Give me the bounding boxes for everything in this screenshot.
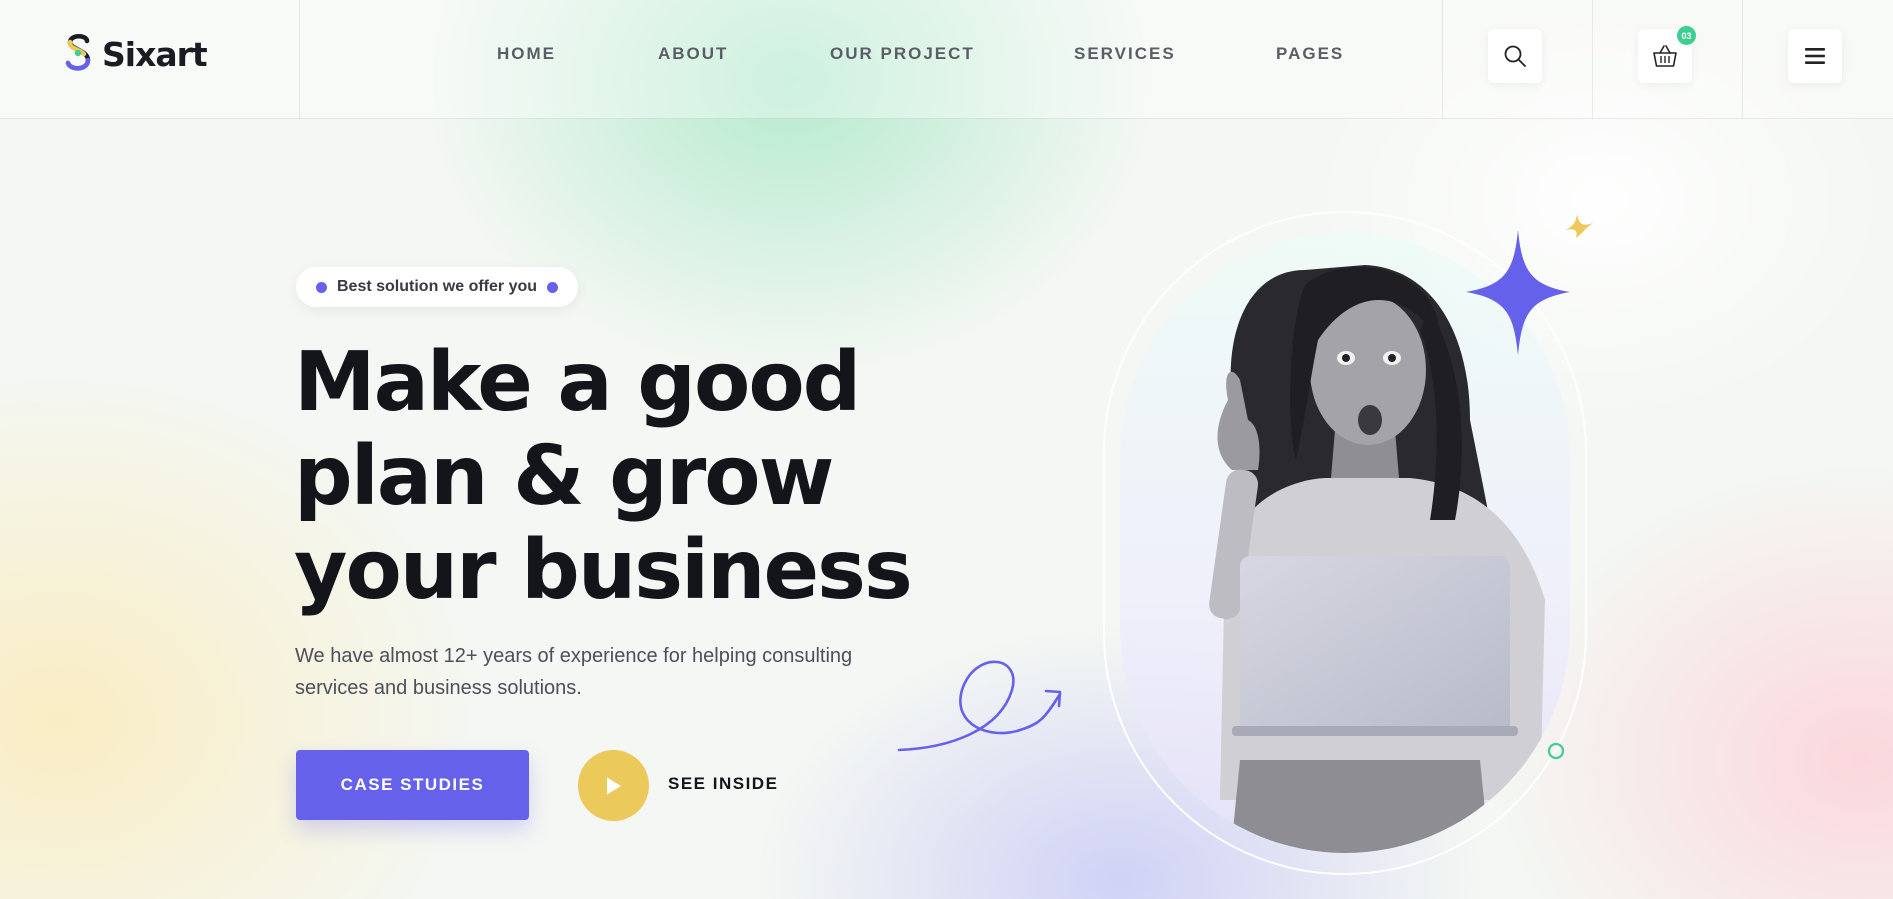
arrow-head-decoration (1044, 689, 1062, 708)
hero-headline: Make a good plan & grow your business (294, 336, 934, 618)
play-video-button[interactable] (578, 750, 649, 821)
cart-button[interactable]: 03 (1638, 26, 1696, 83)
nav-item-about[interactable]: ABOUT (658, 44, 728, 64)
play-icon (606, 777, 621, 794)
pill-dot-left (316, 281, 327, 293)
hero-description: We have almost 12+ years of experience f… (295, 645, 853, 699)
basket-icon (1653, 45, 1677, 67)
nav-item-services[interactable]: SERVICES (1074, 44, 1176, 64)
pill-dot-right (547, 281, 559, 293)
case-studies-button[interactable]: CASE STUDIES (296, 750, 529, 820)
nav-item-home[interactable]: HOME (497, 44, 556, 64)
woman-portrait-image (1209, 265, 1545, 853)
menu-button[interactable] (1788, 29, 1842, 83)
nav-item-pages[interactable]: PAGES (1276, 44, 1344, 64)
inner-oval-frame (1120, 233, 1570, 853)
main-nav: HOME ABOUT OUR PROJECT SERVICES PAGES (0, 44, 1893, 66)
nav-item-our-project[interactable]: OUR PROJECT (830, 44, 975, 64)
small-star-decoration (1565, 214, 1593, 238)
tagline-text: Best solution we offer you (337, 278, 538, 295)
tagline-pill: Best solution we offer you (296, 267, 579, 307)
search-button[interactable] (1488, 29, 1542, 83)
ring-decoration (1547, 742, 1565, 760)
site-header: Sixart HOME ABOUT OUR PROJECT SERVICES P… (0, 0, 1893, 119)
search-icon (1504, 45, 1526, 67)
hero-illustration (897, 211, 1593, 875)
star-sparkle-decoration (1466, 230, 1570, 355)
see-inside-link[interactable]: SEE INSIDE (668, 774, 778, 794)
cart-count-badge: 03 (1677, 26, 1696, 45)
headline-line: Make a good (294, 335, 861, 430)
hamburger-menu-icon (1805, 48, 1825, 64)
outer-oval-frame (1103, 211, 1587, 875)
headline-line: your business (294, 523, 913, 618)
squiggle-arrow-decoration (897, 660, 1062, 752)
headline-line: plan & grow (294, 429, 834, 524)
